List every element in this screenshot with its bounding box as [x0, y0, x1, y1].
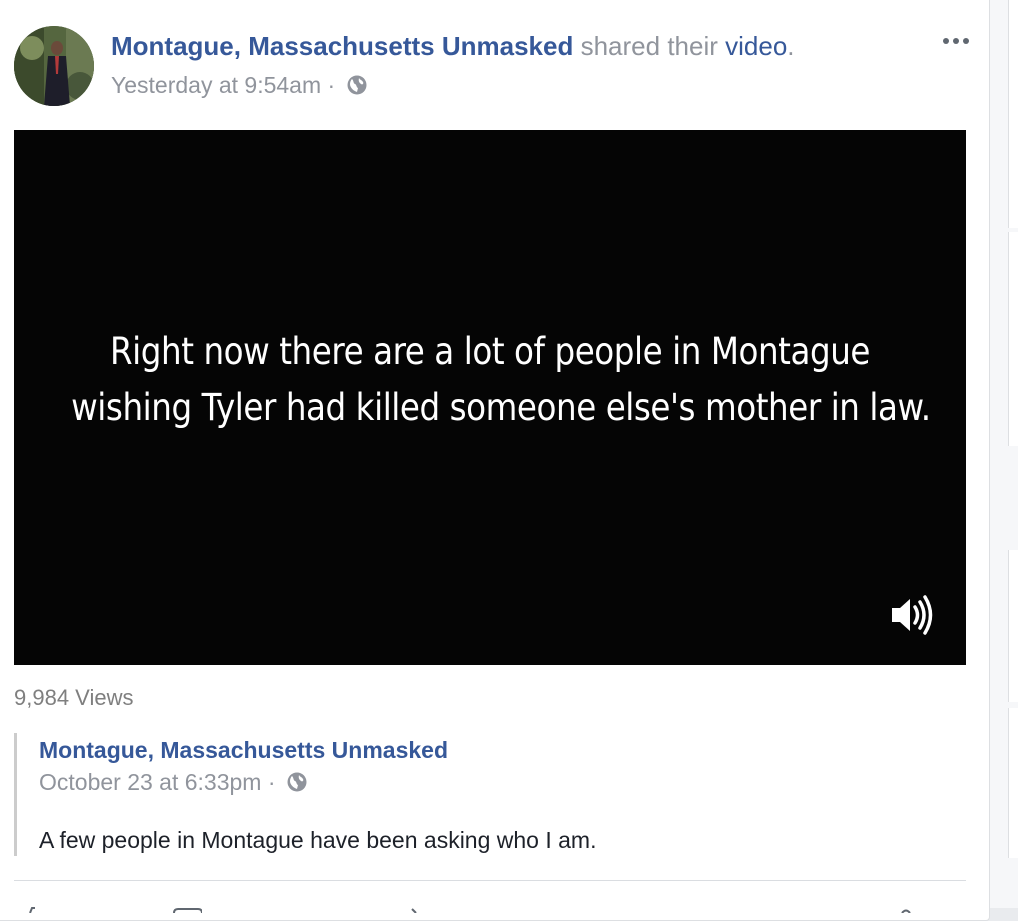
shared-original-post: Montague, Massachusetts Unmasked October…: [14, 733, 969, 856]
meta-separator: ·: [327, 72, 336, 98]
post-meta: Yesterday at 9:54am ·: [111, 71, 368, 102]
caption-line-1: Right now there are a lot of people in M…: [109, 330, 871, 373]
video-link[interactable]: video: [725, 31, 787, 61]
shared-their-text: shared their: [580, 31, 718, 61]
right-panel-segment: [1008, 708, 1018, 858]
view-count: 9,984 Views: [14, 685, 134, 710]
author-avatar[interactable]: [14, 26, 94, 106]
right-column-edge: [990, 0, 1018, 908]
original-post-text: A few people in Montague have been askin…: [39, 827, 597, 853]
meta-separator: ·: [267, 769, 276, 795]
right-panel-segment: [1008, 550, 1018, 702]
comment-icon[interactable]: [172, 900, 203, 914]
globe-icon[interactable]: [286, 771, 308, 799]
avatar-photo: [14, 26, 94, 106]
right-panel-segment: [1008, 0, 1018, 228]
more-options-icon[interactable]: [940, 30, 972, 52]
reactions-icon[interactable]: [898, 900, 928, 914]
action-bar-divider: [14, 880, 966, 881]
original-author-link[interactable]: Montague, Massachusetts Unmasked: [39, 736, 448, 764]
post-header: Montague, Massachusetts Unmasked shared …: [111, 30, 795, 62]
post-timestamp[interactable]: Yesterday at 9:54am: [111, 72, 321, 98]
like-icon[interactable]: [26, 900, 56, 914]
globe-icon[interactable]: [346, 74, 368, 102]
right-panel-segment: [1008, 232, 1018, 446]
video-player[interactable]: Right now there are a lot of people in M…: [14, 130, 966, 665]
video-caption: Right now there are a lot of people in M…: [71, 324, 931, 436]
volume-icon[interactable]: [888, 593, 936, 637]
author-name-link[interactable]: Montague, Massachusetts Unmasked: [111, 31, 573, 61]
original-post-timestamp[interactable]: October 23 at 6:33pm: [39, 769, 261, 795]
caption-line-2: wishing Tyler had killed someone else's …: [71, 386, 931, 429]
share-icon[interactable]: [408, 900, 438, 914]
post-card: Montague, Massachusetts Unmasked shared …: [0, 0, 990, 921]
original-post-meta: October 23 at 6:33pm ·: [39, 768, 308, 799]
header-period: .: [787, 31, 795, 61]
